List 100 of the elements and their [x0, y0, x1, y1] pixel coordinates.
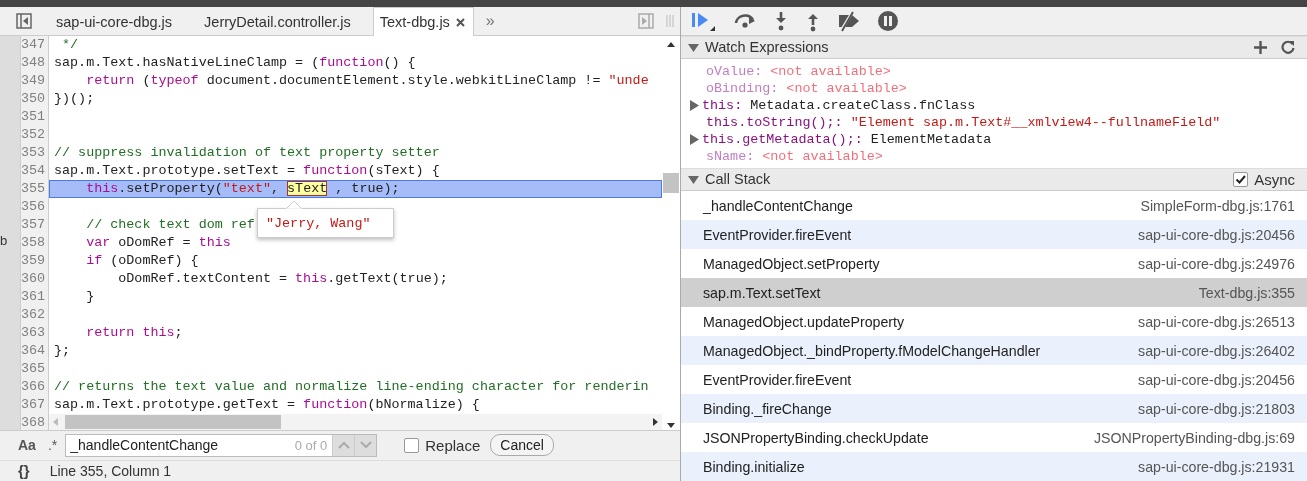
- line-number: 360: [21, 270, 49, 289]
- horizontal-scrollbar[interactable]: [49, 414, 662, 431]
- call-frame[interactable]: EventProvider.fireEvent sap-ui-core-dbg.js:20456: [681, 220, 1307, 249]
- expanded-triangle-icon[interactable]: [688, 41, 699, 53]
- source-location: sap-ui-core-dbg.js:26513: [1138, 313, 1295, 330]
- match-count: 0 of 0: [294, 437, 328, 453]
- search-field[interactable]: _handleContentChange 0 of 0: [65, 433, 378, 457]
- code-line: }: [85, 288, 95, 307]
- source-location: SimpleForm-dbg.js:1761: [1140, 197, 1295, 214]
- code-line: */: [61, 36, 79, 55]
- code-line: })();: [54, 90, 95, 109]
- cursor-position: Line 355, Column 1: [49, 462, 172, 479]
- call-frame[interactable]: Binding._fireChange sap-ui-core-dbg.js:21803: [681, 394, 1307, 423]
- call-frame[interactable]: sap.m.Text.setText Text-dbg.js:355: [681, 278, 1307, 307]
- scrollbar-thumb[interactable]: [663, 173, 679, 194]
- section-title: Watch Expressions: [705, 39, 829, 56]
- breakpoint-tag-crossed-icon[interactable]: [837, 9, 861, 32]
- async-checkbox[interactable]: [1233, 171, 1249, 187]
- line-number: 356: [21, 198, 49, 217]
- call-stack-header[interactable]: Call Stack: [688, 171, 771, 188]
- source-location: sap-ui-core-dbg.js:21803: [1138, 400, 1295, 417]
- match-case-button[interactable]: Aa: [18, 437, 36, 454]
- code-line: return this;: [85, 324, 183, 343]
- watch-expression[interactable]: this.getMetadata();: ElementMetadata: [702, 131, 992, 147]
- tooltip-value: "Jerry, Wang": [266, 215, 371, 231]
- refresh-icon[interactable]: [1281, 40, 1295, 55]
- drag-handle-icon[interactable]: [666, 13, 674, 30]
- cancel-button[interactable]: Cancel: [490, 434, 554, 457]
- watch-expression: oValue: <not available>: [706, 63, 891, 79]
- function-name: EventProvider.fireEvent: [703, 226, 852, 243]
- source-location: JSONPropertyBinding-dbg.js:69: [1093, 429, 1295, 446]
- replace-checkbox[interactable]: [404, 437, 420, 453]
- add-icon[interactable]: [1254, 40, 1267, 54]
- replace-label: Replace: [425, 436, 481, 454]
- file-tab[interactable]: JerryDetail.controller.js: [186, 9, 365, 36]
- code-line: oDomRef.textContent = this.getText(true);: [117, 270, 448, 289]
- line-number: 367: [21, 396, 49, 415]
- line-number: 348: [21, 54, 49, 73]
- source-location: sap-ui-core-dbg.js:26402: [1138, 342, 1295, 359]
- line-number: 357: [21, 216, 49, 235]
- line-number: 351: [21, 108, 49, 127]
- search-input[interactable]: _handleContentChange: [66, 437, 295, 454]
- code-line: var oDomRef = this: [85, 234, 231, 253]
- side-panel-text: b: [0, 233, 8, 249]
- line-number: 364: [21, 342, 49, 361]
- source-location: Text-dbg.js:355: [1198, 284, 1295, 301]
- close-icon[interactable]: [455, 17, 465, 27]
- code-line: sap.m.Text.prototype.getText = function(bNormalize) {: [54, 396, 480, 415]
- line-number: 362: [21, 306, 49, 325]
- line-number: 355: [21, 180, 49, 199]
- scrollbar-thumb[interactable]: [65, 415, 281, 430]
- scroll-up-icon[interactable]: [667, 42, 675, 49]
- pause-icon[interactable]: [877, 9, 899, 32]
- code-line: if (oDomRef) {: [85, 252, 199, 271]
- line-number: 349: [21, 72, 49, 91]
- line-number: 347: [21, 36, 49, 55]
- scroll-right-icon[interactable]: [652, 418, 658, 427]
- line-number: 365: [21, 360, 49, 379]
- file-tab[interactable]: sap-ui-core-dbg.js: [38, 9, 187, 36]
- function-name: Binding.initialize: [703, 458, 805, 475]
- function-name: sap.m.Text.setText: [703, 284, 821, 301]
- watch-expression[interactable]: this: Metadata.createClass.fnClass: [702, 97, 976, 113]
- expanded-triangle-icon[interactable]: [688, 173, 699, 185]
- chevron-down-icon: [359, 441, 372, 450]
- line-number: 359: [21, 252, 49, 271]
- sidebar-toggle-icon[interactable]: [16, 13, 32, 30]
- code-line: // suppress invalidation of text property setter: [54, 144, 440, 163]
- sidebar-toggle-icon[interactable]: [638, 13, 654, 30]
- function-name: Binding._fireChange: [703, 400, 832, 417]
- code-line: sap.m.Text.hasNativeLineClamp = (function() {: [54, 54, 416, 73]
- collapsed-triangle-icon[interactable]: [689, 99, 700, 111]
- tab-overflow-button[interactable]: »: [485, 12, 495, 31]
- line-number: 352: [21, 126, 49, 145]
- source-location: sap-ui-core-dbg.js:24976: [1138, 255, 1295, 272]
- call-frame[interactable]: ManagedObject._bindProperty.fModelChangeHandler sap-ui-core-dbg.js:26402: [681, 336, 1307, 365]
- source-location: sap-ui-core-dbg.js:20456: [1138, 226, 1295, 243]
- file-tab[interactable]: Text-dbg.js: [372, 7, 474, 37]
- call-frame[interactable]: Binding.initialize sap-ui-core-dbg.js:21931: [681, 452, 1307, 481]
- code-line: return (typeof document.documentElement.style.webkitLineClamp != "unde: [85, 72, 649, 91]
- async-label: Async: [1254, 170, 1295, 188]
- function-name: _handleContentChange: [703, 197, 853, 214]
- function-name: EventProvider.fireEvent: [703, 371, 852, 388]
- line-number: 353: [21, 144, 49, 163]
- watch-header[interactable]: Watch Expressions: [681, 35, 1307, 59]
- line-number: 368: [21, 414, 49, 431]
- code-line: // check text dom ref: [85, 216, 255, 235]
- regex-button[interactable]: .*: [47, 437, 58, 454]
- source-location: sap-ui-core-dbg.js:21931: [1138, 458, 1295, 475]
- line-number: 354: [21, 162, 49, 181]
- code-line: };: [54, 342, 71, 361]
- line-number: 358: [21, 234, 49, 253]
- line-number: 363: [21, 324, 49, 343]
- collapsed-triangle-icon[interactable]: [689, 133, 700, 145]
- code-line: sap.m.Text.prototype.setText = function(sText) {: [54, 162, 440, 181]
- function-name: ManagedObject._bindProperty.fModelChangeHandler: [703, 342, 1041, 359]
- pretty-print-button[interactable]: {}: [18, 462, 30, 480]
- section-title: Call Stack: [705, 171, 771, 188]
- watch-expression: this.toString();: "Element sap.m.Text#__xmlview4--fullnameField": [706, 114, 1221, 130]
- line-number: 350: [21, 90, 49, 109]
- chevron-up-icon: [337, 441, 350, 450]
